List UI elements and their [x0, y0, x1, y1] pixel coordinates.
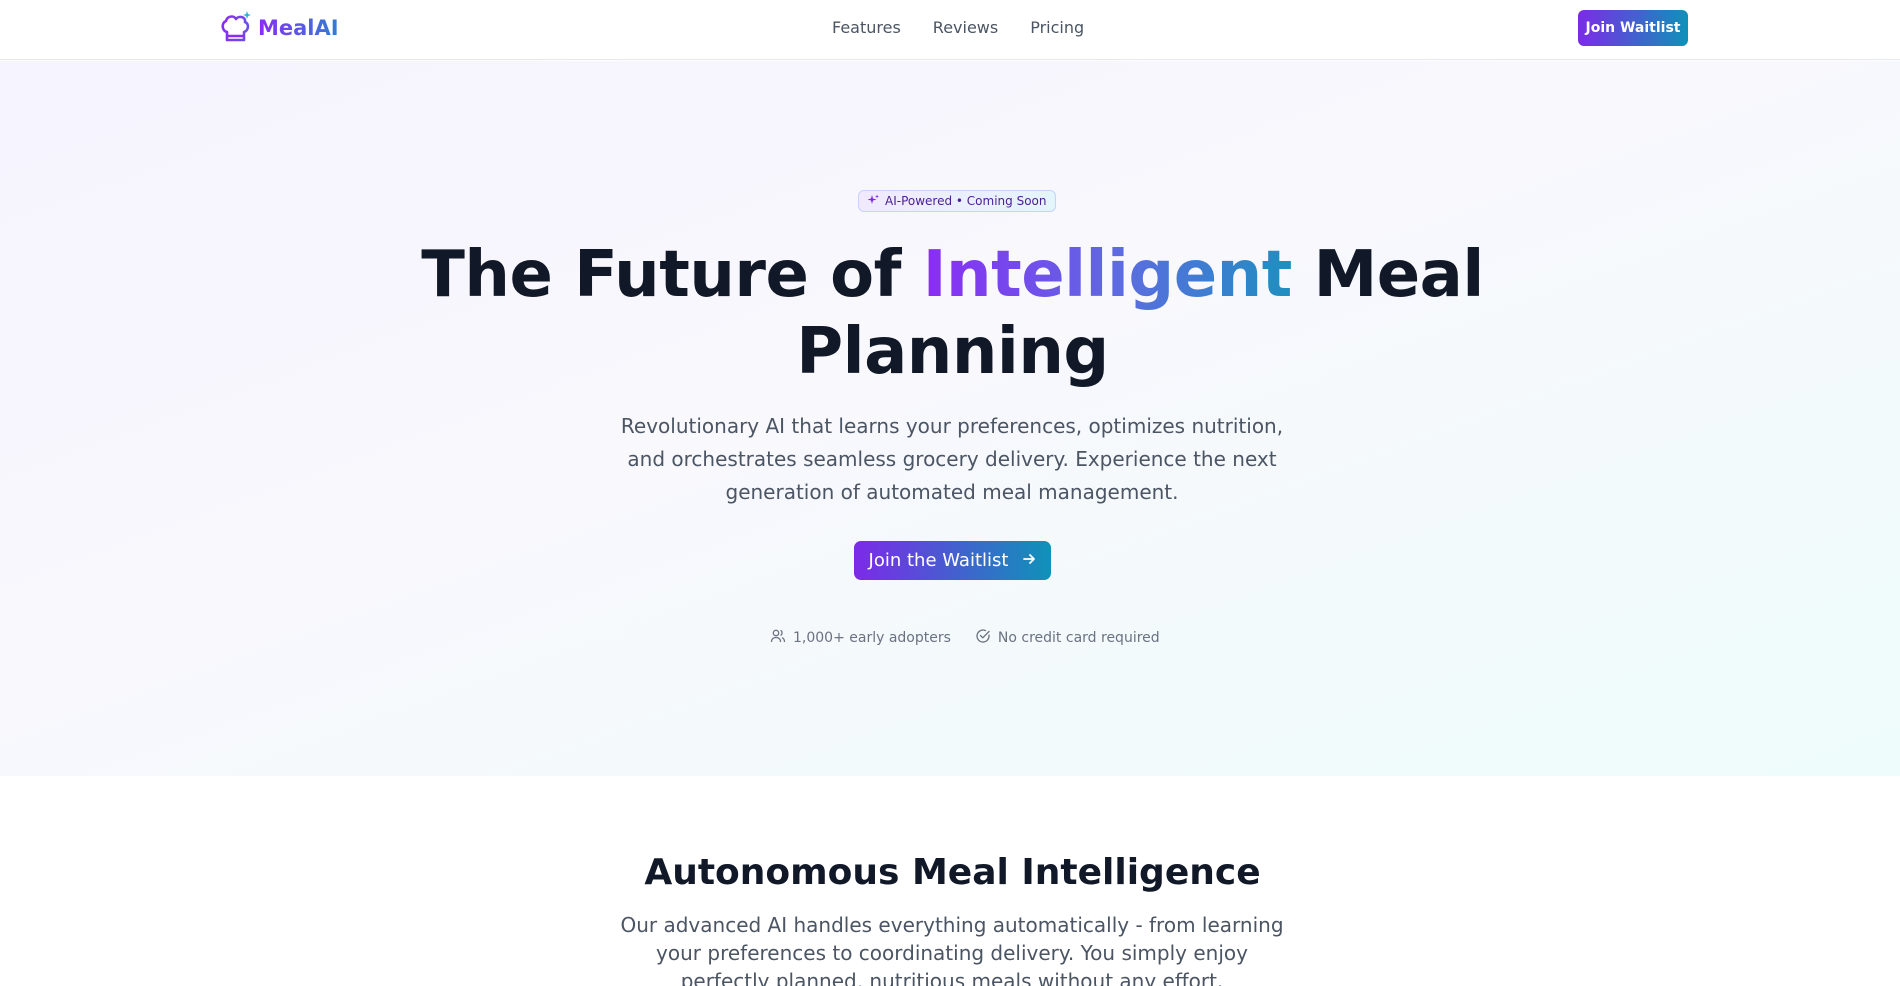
arrow-right-icon [1022, 550, 1036, 571]
nav-link-reviews[interactable]: Reviews [933, 18, 998, 37]
headline-highlight: Intelligent [922, 238, 1293, 312]
join-the-waitlist-button[interactable]: Join the Waitlist [854, 541, 1051, 580]
early-adopters-note: 1,000+ early adopters [770, 628, 951, 648]
no-credit-card-note: No credit card required [975, 628, 1160, 648]
headline-part-1: The Future of [421, 238, 923, 312]
status-badge: AI-Powered • Coming Soon [858, 190, 1056, 212]
hero-headline: The Future of Intelligent Meal Planning [350, 237, 1555, 391]
nav-links: Features Reviews Pricing [832, 18, 1084, 37]
brand-name: MealAI [258, 16, 339, 40]
early-adopters-text: 1,000+ early adopters [793, 630, 951, 646]
section-description: Our advanced AI handles everything autom… [620, 913, 1284, 986]
logo[interactable]: MealAI [218, 8, 339, 48]
no-credit-card-text: No credit card required [997, 630, 1160, 646]
top-nav: MealAI Features Reviews Pricing Join Wai… [0, 0, 1900, 60]
hero-meta: 1,000+ early adopters No credit card req… [770, 628, 1160, 648]
cta-label: Join the Waitlist [868, 550, 1009, 571]
join-waitlist-button[interactable]: Join Waitlist [1578, 10, 1688, 46]
nav-link-pricing[interactable]: Pricing [1030, 18, 1084, 37]
hero-subtitle: Revolutionary AI that learns your prefer… [620, 414, 1284, 504]
nav-link-features[interactable]: Features [832, 18, 901, 37]
sparkles-icon [867, 194, 879, 209]
users-icon [770, 628, 786, 648]
badge-label: AI-Powered • Coming Soon [885, 194, 1047, 208]
section-title: Autonomous Meal Intelligence [644, 852, 1261, 893]
check-circle-icon [975, 628, 991, 648]
chef-hat-icon [218, 8, 254, 48]
